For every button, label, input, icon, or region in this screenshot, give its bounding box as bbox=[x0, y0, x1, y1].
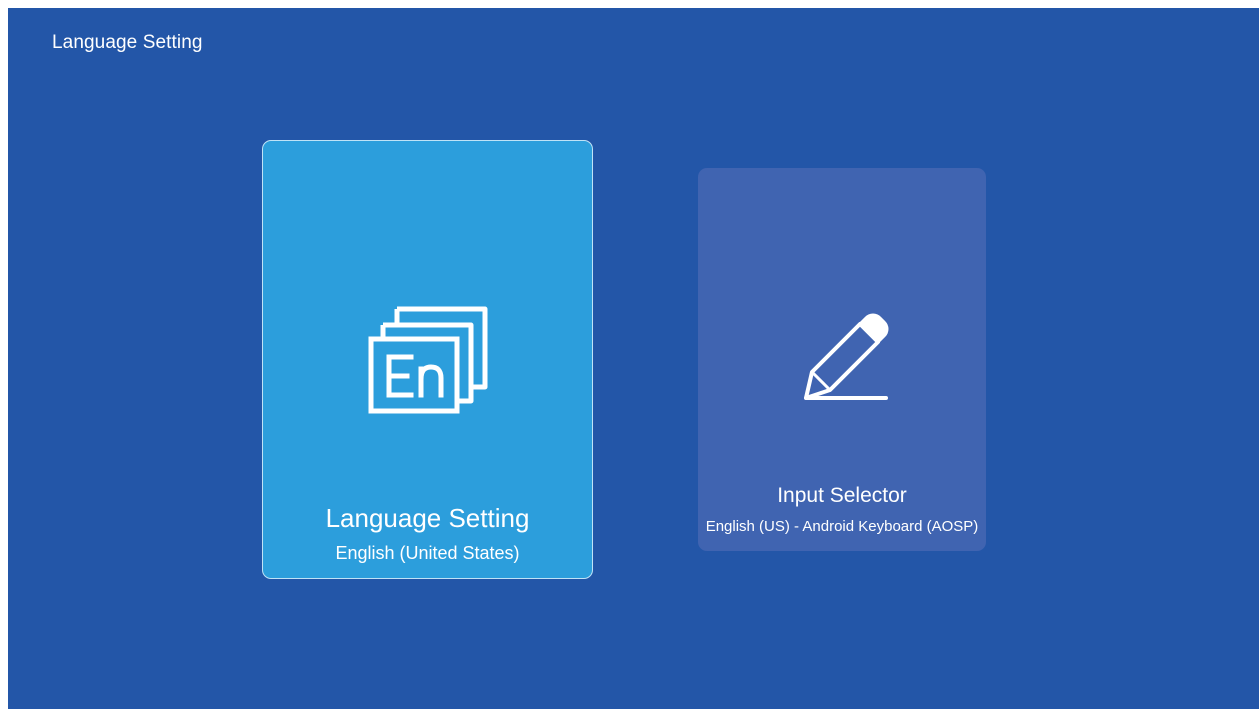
pencil-icon bbox=[804, 313, 889, 400]
card-subtitle: English (US) - Android Keyboard (AOSP) bbox=[698, 518, 986, 535]
language-setting-screen: Language Setting Language Setting Englis… bbox=[8, 8, 1259, 709]
card-title: Input Selector bbox=[777, 484, 907, 507]
pencil-icon-container bbox=[698, 310, 986, 406]
card-title: Language Setting bbox=[325, 503, 530, 533]
input-selector-card[interactable]: Input Selector English (US) - Android Ke… bbox=[698, 168, 986, 551]
card-subtitle: English (United States) bbox=[335, 543, 520, 563]
card-subtitle-text: English (US) - Android Keyboard (AOSP) bbox=[705, 518, 979, 535]
language-en-icon bbox=[368, 306, 487, 414]
language-setting-card[interactable]: Language Setting English (United States) bbox=[262, 140, 593, 579]
language-icon-container bbox=[263, 305, 592, 415]
page-title: Language Setting bbox=[52, 32, 203, 53]
